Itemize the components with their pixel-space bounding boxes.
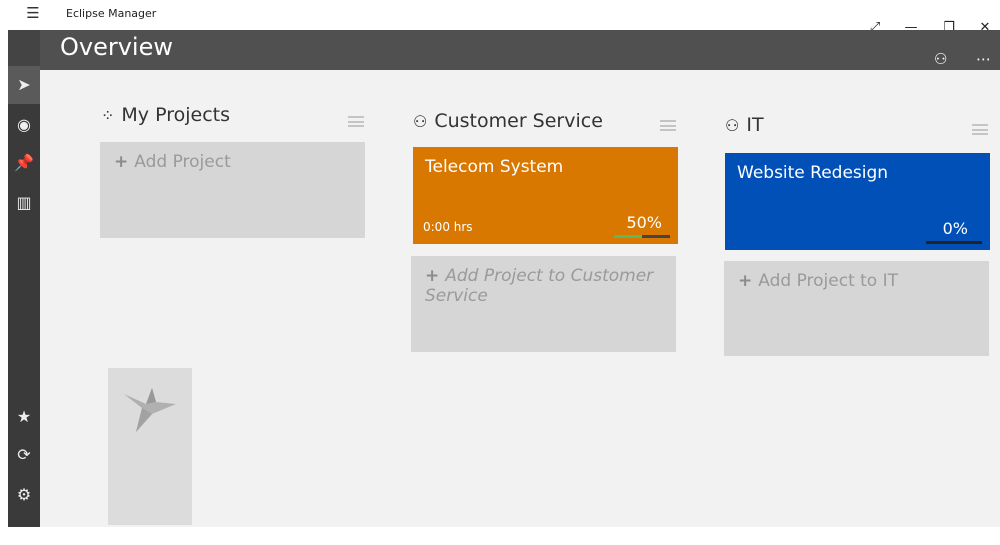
- project-card-website-redesign[interactable]: Website Redesign 0%: [725, 153, 990, 250]
- progress-fill: [614, 235, 642, 238]
- sidebar-top-block: [8, 30, 40, 66]
- column-title-customer-service: ⚇ Customer Service: [413, 110, 603, 132]
- record-icon[interactable]: ◉: [8, 106, 40, 144]
- project-name: Website Redesign: [737, 163, 889, 183]
- column-menu-icon[interactable]: [660, 120, 676, 131]
- progress-bar: [926, 241, 982, 244]
- add-project-card[interactable]: + Add Project to IT: [724, 261, 989, 356]
- pin-icon[interactable]: 📌: [8, 144, 40, 182]
- column-menu-icon[interactable]: [348, 116, 364, 127]
- bird-icon[interactable]: ➤: [8, 66, 40, 104]
- add-project-card[interactable]: + Add Project to Customer Service: [411, 256, 676, 352]
- progress-bar: [614, 235, 670, 238]
- star-icon[interactable]: ★: [8, 398, 40, 436]
- column-menu-icon[interactable]: [972, 124, 988, 135]
- bird-logo-icon: [124, 388, 176, 432]
- project-hours: 0:00 hrs: [423, 220, 473, 234]
- sync-icon[interactable]: ⟳: [8, 436, 40, 474]
- project-card-telecom-system[interactable]: Telecom System 0:00 hrs 50%: [413, 147, 678, 244]
- page-title: Overview: [60, 33, 173, 61]
- grid-icon: ⁘: [101, 105, 115, 125]
- more-icon[interactable]: ⋯: [976, 50, 991, 68]
- plus-icon: +: [114, 152, 129, 172]
- project-name: Telecom System: [425, 157, 564, 177]
- project-percent: 0%: [942, 219, 968, 238]
- header-bar: Overview ⚇ ⋯: [40, 30, 1000, 70]
- column-title-it: ⚇ IT: [725, 114, 764, 136]
- app-logo-panel: [108, 368, 192, 525]
- team-icon: ⚇: [413, 111, 428, 131]
- team-icon[interactable]: ⚇: [934, 50, 947, 68]
- project-percent: 50%: [626, 213, 662, 232]
- plus-icon: +: [425, 266, 440, 286]
- settings-icon[interactable]: ⚙: [8, 476, 40, 514]
- add-project-card[interactable]: + Add Project: [100, 142, 365, 238]
- hamburger-icon[interactable]: ☰: [22, 4, 44, 22]
- chart-icon[interactable]: ▥: [8, 184, 40, 222]
- title-bar: ☰ Eclipse Manager ⤢ — ❐ ✕: [8, 0, 1000, 35]
- sidebar: ➤ ◉ 📌 ▥ ★ ⟳ ⚙: [8, 30, 40, 527]
- plus-icon: +: [738, 271, 753, 291]
- app-title: Eclipse Manager: [66, 7, 157, 20]
- team-icon: ⚇: [725, 115, 740, 135]
- column-title-my-projects: ⁘ My Projects: [101, 104, 230, 126]
